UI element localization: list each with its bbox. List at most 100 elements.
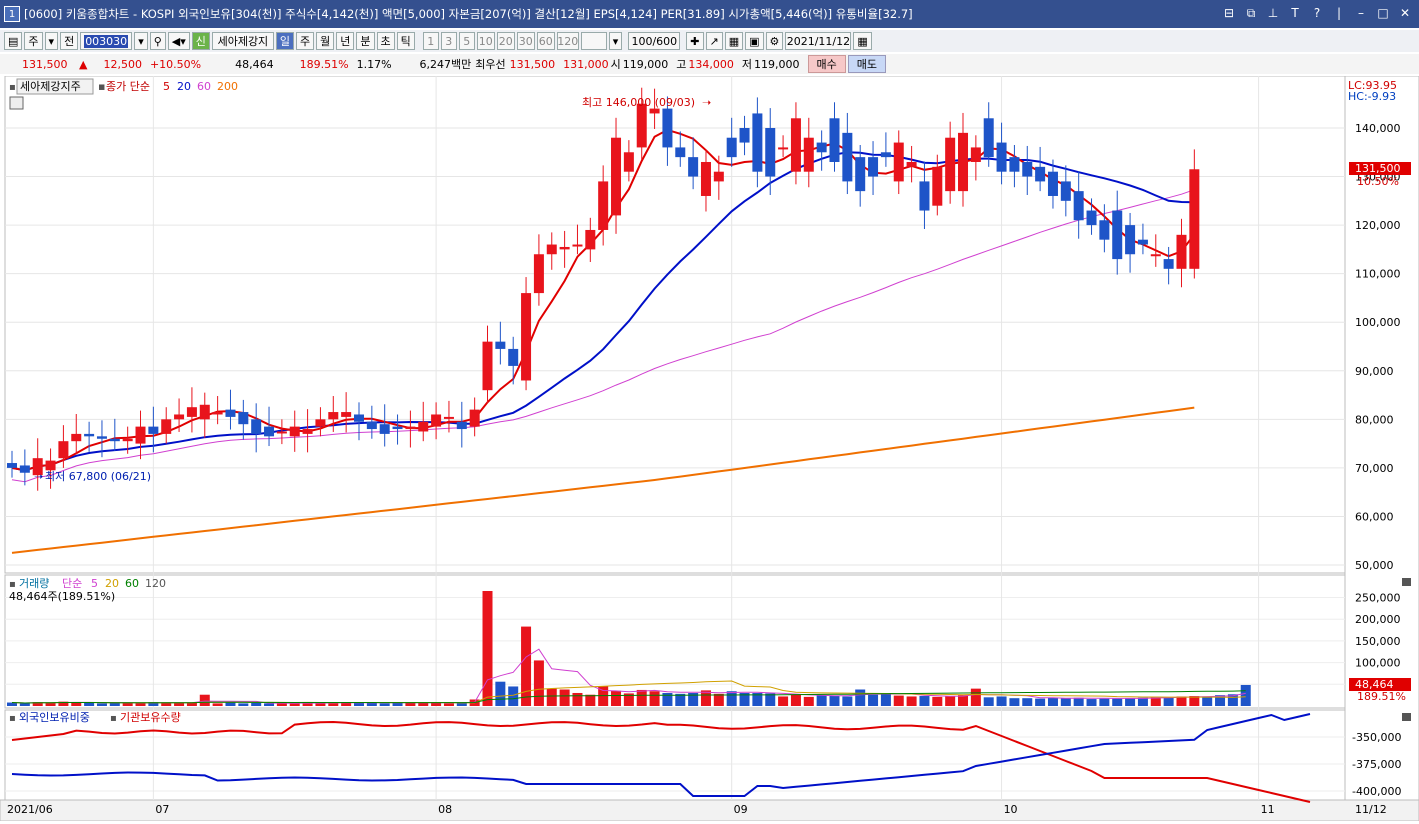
price-tick-label: 110,000 [1355,268,1401,281]
calendar-icon[interactable]: ▦ [853,32,872,50]
candle-body [58,441,69,459]
period-tick[interactable]: 틱 [396,32,415,50]
volume-bar [1086,699,1097,706]
pin-icon[interactable]: ⊥ [1265,6,1281,21]
period-year[interactable]: 년 [336,32,355,50]
low-value: 119,000 [754,57,800,71]
candle-body [276,431,287,434]
up-arrow-icon: ▲ [79,57,88,71]
candle-body [1035,166,1046,182]
period-second[interactable]: 초 [376,32,395,50]
candle-body [521,293,532,381]
chart-menu-icon[interactable]: ▤ [4,32,23,50]
minimize-icon[interactable]: – [1353,6,1369,21]
candle-body [970,147,981,162]
period-week[interactable]: 주 [296,32,315,50]
minute-option[interactable]: 1 [422,32,439,50]
panel-close-icon[interactable] [1402,713,1411,721]
candle-body [842,132,853,182]
custom-period-input[interactable] [580,32,607,50]
period-week-label: 주 [300,35,311,48]
crosshair-icon[interactable]: ✚ [686,32,704,50]
volume-bar [1112,698,1123,706]
volume-bar [495,681,506,706]
minute-option[interactable]: 10 [476,32,495,50]
scope-select[interactable]: 전 [60,32,79,50]
volume-bar [842,696,853,706]
high-annotation: 최고 146,000 (09/03) [582,96,695,109]
period-day[interactable]: 일 [275,32,295,50]
candle-body [148,426,159,434]
candle-body [829,118,840,162]
duplicate-window-icon[interactable]: ⧉ [1243,6,1259,21]
candle-body [302,429,313,434]
volume-panel[interactable] [4,574,1346,709]
volume-tick-label: 250,000 [1355,592,1401,605]
volume-bar [893,695,904,706]
market-select[interactable]: 주 [24,32,43,50]
minute-option[interactable]: 3 [440,32,457,50]
volume-bar [379,703,390,706]
help-icon[interactable]: ? [1309,6,1325,21]
table-view-icon[interactable] [9,96,24,110]
price-tick-label: 50,000 [1355,559,1394,572]
minute-option[interactable]: 5 [458,32,475,50]
volume-bar [713,693,724,706]
vol-ma20-legend: 20 [105,577,119,590]
save-icon[interactable]: ▣ [745,32,764,50]
print-icon[interactable]: ▦ [724,32,744,50]
sell-button[interactable]: 매도 [847,55,887,73]
candle-body [135,426,146,444]
separator: | [1336,6,1342,20]
maximize-icon[interactable]: □ [1375,6,1391,21]
volume-bar [482,591,493,706]
restore-layout-icon[interactable]: ⊟ [1221,6,1237,21]
last-volume-pct: 189.51% [1357,690,1406,703]
font-size-icon[interactable]: T [1287,6,1303,21]
candle-body [855,157,866,192]
count-input[interactable]: 100/600 [628,32,681,50]
settings-icon[interactable]: ⚙ [765,32,784,50]
date-input[interactable]: 2021/11/12 [785,32,852,50]
vol-ma5-legend: 5 [91,577,98,590]
candle-body [996,142,1007,172]
search-icon[interactable]: ⚲ [149,32,166,50]
minute-option[interactable]: 120 [556,32,579,50]
low-arrow-icon: ➝ [34,470,43,483]
open-value: 119,000 [622,57,669,71]
chart-canvas[interactable]: 140,000130,000120,000110,000100,00090,00… [0,75,1419,822]
speaker-icon[interactable]: ◀▾ [167,32,190,50]
price-tick-label: 100,000 [1355,316,1401,329]
price-panel[interactable] [4,75,1346,574]
minute-option[interactable]: 30 [516,32,535,50]
minute-option[interactable]: 20 [496,32,515,50]
chart-area[interactable]: 140,000 130,000 120,000 110,000 100,000 90,00… [0,75,1419,822]
window-number-icon: 1 [4,6,20,22]
code-input[interactable]: 003030 [80,32,133,50]
code-dropdown-icon[interactable]: ▾ [134,32,148,50]
candle-body [7,463,17,468]
volume-bar [45,702,56,706]
holding-panel[interactable] [4,709,1346,801]
market-dropdown-icon[interactable]: ▾ [44,32,59,50]
period-year-label: 년 [340,35,351,48]
period-minute[interactable]: 분 [356,32,375,50]
volume-bar [456,702,467,706]
volume-bar [96,703,107,706]
panel-close-icon[interactable] [1402,578,1411,586]
candle-body [482,341,493,391]
volume-bar [186,702,197,706]
close-icon[interactable]: ✕ [1397,6,1413,21]
candle-body [919,181,930,211]
volume-bar [611,690,622,706]
candle-body [96,436,107,439]
new-badge[interactable]: 신 [191,32,210,50]
volume-bar [726,691,737,706]
candle-body [636,103,647,148]
buy-button[interactable]: 매수 [807,55,846,73]
turnover-ratio: 1.17% [356,57,392,71]
period-month[interactable]: 월 [316,32,335,50]
draw-tool-icon[interactable]: ↗ [705,32,723,50]
minute-option[interactable]: 60 [536,32,555,50]
custom-period-dropdown-icon[interactable]: ▾ [608,32,623,50]
